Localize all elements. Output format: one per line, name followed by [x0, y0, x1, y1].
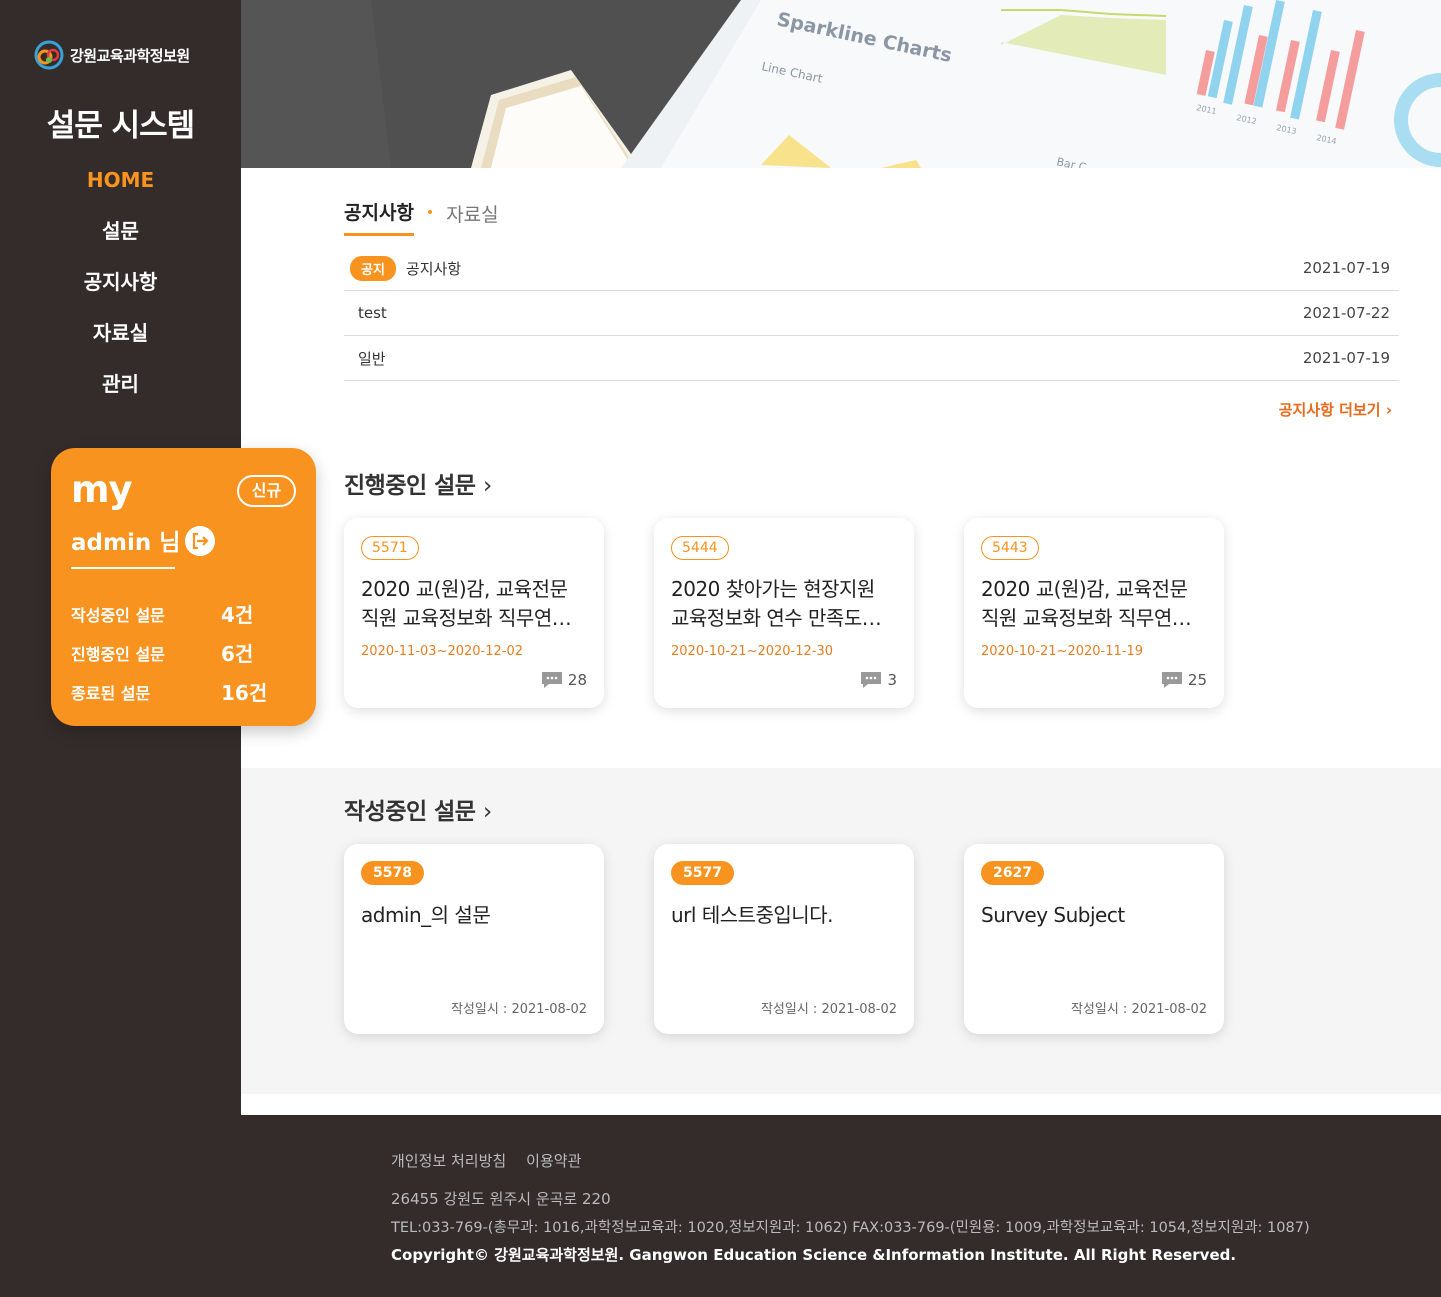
notice-title: 공지사항	[405, 259, 462, 278]
ongoing-section-title[interactable]: 진행중인 설문 ›	[344, 466, 492, 500]
survey-title-line1: 2020 찾아가는 현장지원	[671, 577, 875, 601]
logo-text: 강원교육과학정보원	[70, 46, 190, 65]
footer-copyright: Copyright© 강원교육과학정보원. Gangwon Education …	[391, 1246, 1237, 1264]
stat-value: 16건	[221, 681, 268, 705]
survey-period: 2020-10-21~2020-11-19	[981, 644, 1143, 659]
comment-icon	[1161, 672, 1182, 688]
ongoing-title-label: 진행중인 설문	[344, 473, 476, 499]
survey-title: 2020 찾아가는 현장지원 교육정보화 연수 만족도…	[671, 575, 901, 633]
survey-response-count: 3	[860, 671, 897, 689]
survey-written-date: 작성일시 : 2021-08-02	[1070, 1002, 1207, 1017]
chevron-right-icon: ›	[1385, 401, 1392, 419]
draft-survey-card[interactable]: 2627 Survey Subject 작성일시 : 2021-08-02	[964, 844, 1224, 1034]
comment-icon	[541, 672, 562, 688]
survey-title: url 테스트중입니다.	[671, 903, 833, 927]
notice-row[interactable]: test 2021-07-22	[344, 291, 1399, 336]
nav-survey[interactable]: 설문	[0, 214, 241, 265]
drafts-section-title[interactable]: 작성중인 설문 ›	[344, 792, 492, 826]
stat-closed[interactable]: 종료된 설문 16건	[71, 672, 296, 711]
notice-title: test	[358, 304, 387, 322]
stat-value: 4건	[221, 603, 254, 627]
tab-notice[interactable]: 공지사항	[344, 198, 414, 236]
response-count: 25	[1187, 671, 1207, 689]
chevron-right-icon: ›	[482, 799, 492, 825]
stat-label: 종료된 설문	[71, 683, 151, 703]
terms-link[interactable]: 이용약관	[526, 1150, 581, 1171]
notice-date: 2021-07-19	[1302, 259, 1390, 277]
drafts-title-label: 작성중인 설문	[344, 799, 476, 825]
survey-id-badge: 5578	[361, 861, 424, 885]
stat-drafting[interactable]: 작성중인 설문 4건	[71, 594, 296, 633]
my-stats: 작성중인 설문 4건 진행중인 설문 6건 종료된 설문 16건	[71, 594, 296, 711]
survey-title: 2020 교(원)감, 교육전문 직원 교육정보화 직무연…	[361, 575, 591, 633]
notice-date: 2021-07-19	[1302, 349, 1390, 367]
new-survey-button[interactable]: 신규	[237, 475, 296, 507]
draft-survey-card[interactable]: 5578 admin_의 설문 작성일시 : 2021-08-02	[344, 844, 604, 1034]
survey-period: 2020-11-03~2020-12-02	[361, 644, 523, 659]
survey-response-count: 28	[541, 671, 587, 689]
tab-separator: •	[425, 205, 435, 221]
ongoing-survey-card[interactable]: 5443 2020 교(원)감, 교육전문 직원 교육정보화 직무연… 2020…	[964, 518, 1224, 708]
survey-title-line2: 직원 교육정보화 직무연…	[361, 606, 572, 630]
main-nav: HOME 설문 공지사항 자료실 관리	[0, 163, 241, 418]
response-count: 28	[567, 671, 587, 689]
logo[interactable]: 강원교육과학정보원	[34, 40, 190, 70]
privacy-policy-link[interactable]: 개인정보 처리방침	[391, 1150, 506, 1171]
survey-id-badge: 2627	[981, 861, 1044, 885]
logout-icon[interactable]	[185, 526, 215, 556]
response-count: 3	[887, 671, 897, 689]
nav-admin[interactable]: 관리	[0, 367, 241, 418]
hero-image: Sparkline Charts Line Chart Bar C 2011 2…	[241, 0, 1441, 168]
user-name: admin 님	[71, 523, 180, 569]
survey-title: 2020 교(원)감, 교육전문 직원 교육정보화 직무연…	[981, 575, 1211, 633]
survey-written-date: 작성일시 : 2021-08-02	[760, 1002, 897, 1017]
tab-archive[interactable]: 자료실	[446, 200, 498, 235]
survey-id-badge: 5571	[361, 536, 419, 560]
site-title: 설문 시스템	[46, 108, 195, 144]
notice-list: 공지 공지사항 2021-07-19 test 2021-07-22 일반 20…	[344, 246, 1399, 381]
my-summary-card: my 신규 admin 님 작성중인 설문 4건 진행중인 설문 6건 종료된 …	[51, 448, 316, 726]
my-title: my	[71, 468, 133, 511]
nav-notice[interactable]: 공지사항	[0, 265, 241, 316]
chevron-right-icon: ›	[482, 473, 492, 499]
stat-ongoing[interactable]: 진행중인 설문 6건	[71, 633, 296, 672]
survey-written-date: 작성일시 : 2021-08-02	[450, 1002, 587, 1017]
nav-archive[interactable]: 자료실	[0, 316, 241, 367]
notice-row[interactable]: 공지 공지사항 2021-07-19	[344, 246, 1399, 291]
survey-id-badge: 5443	[981, 536, 1039, 560]
survey-id-badge: 5577	[671, 861, 734, 885]
logo-emblem-icon	[34, 40, 64, 70]
survey-title: Survey Subject	[981, 903, 1125, 927]
footer-tel: TEL:033-769-(총무과: 1016,과학정보교육과: 1020,정보지…	[391, 1220, 1310, 1236]
notice-badge: 공지	[350, 255, 396, 281]
notice-row[interactable]: 일반 2021-07-19	[344, 336, 1399, 381]
ongoing-survey-card[interactable]: 5444 2020 찾아가는 현장지원 교육정보화 연수 만족도… 2020-1…	[654, 518, 914, 708]
hero-banner: Sparkline Charts Line Chart Bar C 2011 2…	[241, 0, 1441, 168]
survey-title-line1: 2020 교(원)감, 교육전문	[981, 577, 1188, 601]
survey-title-line2: 직원 교육정보화 직무연…	[981, 606, 1192, 630]
survey-period: 2020-10-21~2020-12-30	[671, 644, 833, 659]
survey-response-count: 25	[1161, 671, 1207, 689]
draft-survey-card[interactable]: 5577 url 테스트중입니다. 작성일시 : 2021-08-02	[654, 844, 914, 1034]
survey-title: admin_의 설문	[361, 903, 491, 927]
survey-title-line2: 교육정보화 연수 만족도…	[671, 606, 882, 630]
notice-date: 2021-07-22	[1302, 304, 1390, 322]
notice-more-link[interactable]: 공지사항 더보기 ›	[1200, 399, 1392, 420]
nav-home[interactable]: HOME	[0, 163, 241, 214]
footer-address: 26455 강원도 원주시 운곡로 220	[391, 1190, 611, 1208]
notice-tabs: 공지사항 • 자료실	[344, 198, 499, 236]
footer-links: 개인정보 처리방침 이용약관	[391, 1150, 581, 1171]
survey-id-badge: 5444	[671, 536, 729, 560]
ongoing-survey-card[interactable]: 5571 2020 교(원)감, 교육전문 직원 교육정보화 직무연… 2020…	[344, 518, 604, 708]
footer: 개인정보 처리방침 이용약관 26455 강원도 원주시 운곡로 220 TEL…	[241, 1115, 1441, 1297]
notice-more-label: 공지사항 더보기	[1278, 401, 1381, 419]
comment-icon	[861, 672, 882, 688]
stat-label: 진행중인 설문	[71, 644, 165, 664]
survey-title-line1: 2020 교(원)감, 교육전문	[361, 577, 568, 601]
stat-value: 6건	[221, 642, 254, 666]
stat-label: 작성중인 설문	[71, 605, 165, 625]
notice-title: 일반	[358, 349, 386, 368]
